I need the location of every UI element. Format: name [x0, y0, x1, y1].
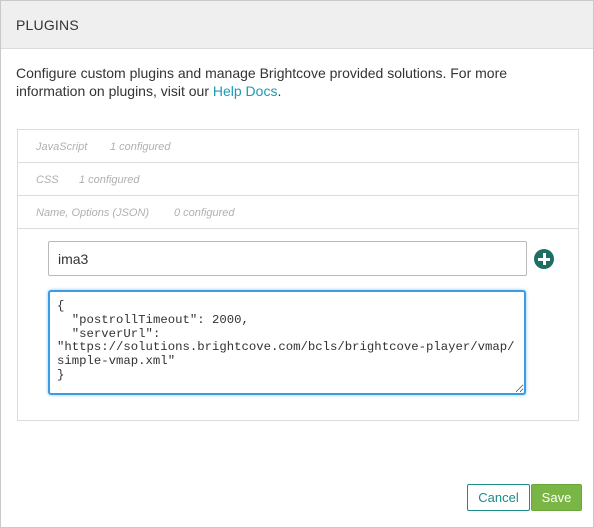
plugin-section-json[interactable]: Name, Options (JSON) 0 configured — [18, 196, 578, 229]
add-plugin-icon[interactable] — [534, 249, 554, 269]
plugin-panel: JavaScript 1 configured CSS 1 configured… — [17, 129, 579, 421]
save-button[interactable]: Save — [531, 484, 582, 511]
section-count: 1 configured — [79, 174, 140, 186]
section-label: CSS — [36, 174, 59, 186]
plugins-description: Configure custom plugins and manage Brig… — [16, 64, 576, 100]
section-label: Name, Options (JSON) — [36, 207, 150, 219]
plugin-section-javascript[interactable]: JavaScript 1 configured — [18, 130, 578, 163]
dialog-header: PLUGINS — [1, 1, 593, 49]
dialog-title: PLUGINS — [16, 17, 79, 33]
section-count: 1 configured — [110, 141, 171, 153]
plugins-dialog: PLUGINS Configure custom plugins and man… — [0, 0, 594, 528]
section-count: 0 configured — [174, 207, 235, 219]
help-docs-link[interactable]: Help Docs — [213, 83, 278, 99]
cancel-button[interactable]: Cancel — [467, 484, 530, 511]
plugin-options-textarea[interactable]: { "postrollTimeout": 2000, "serverUrl": … — [48, 290, 526, 395]
plugin-name-input[interactable] — [48, 241, 527, 276]
description-suffix: . — [277, 83, 282, 99]
section-label: JavaScript — [36, 141, 88, 153]
plugin-section-css[interactable]: CSS 1 configured — [18, 163, 578, 196]
